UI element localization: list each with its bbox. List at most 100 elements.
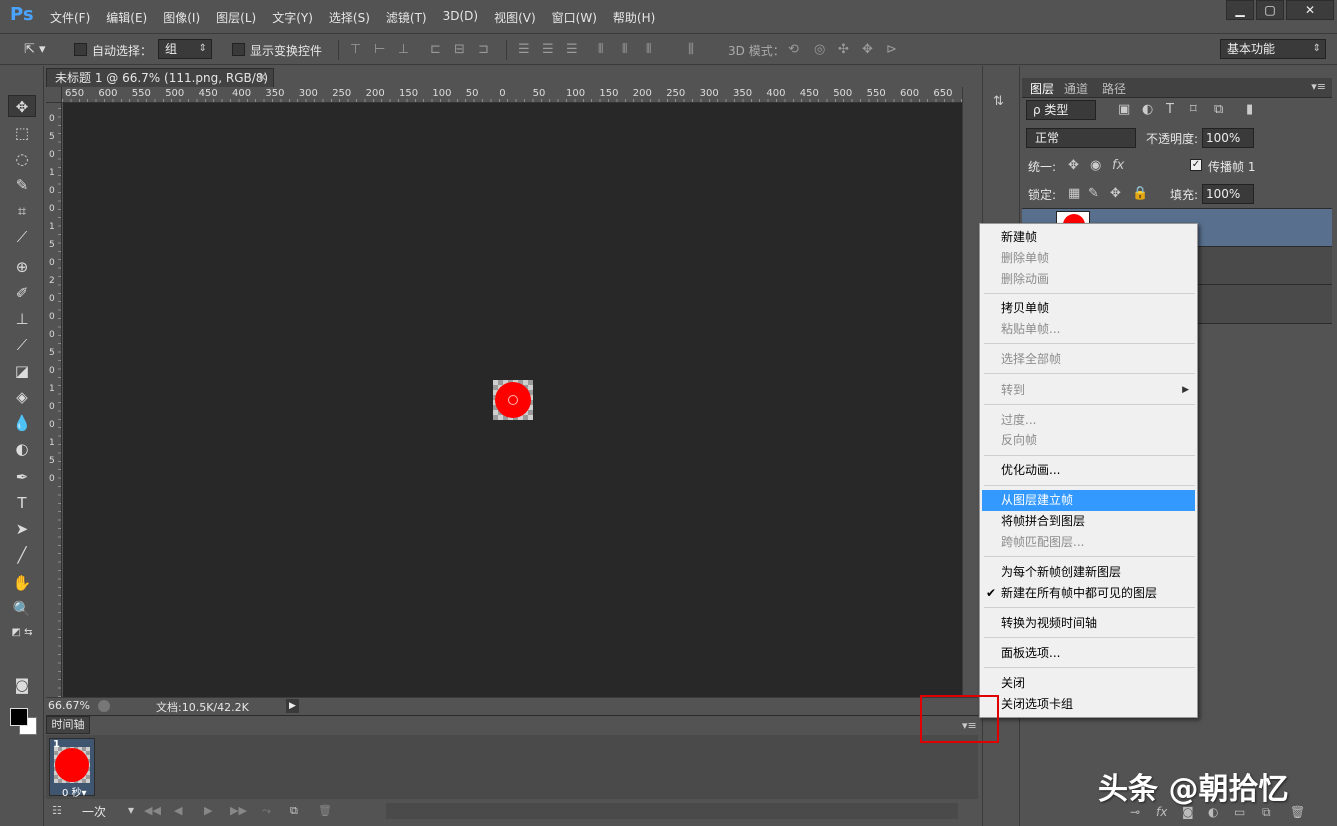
menu-item-reverse-frames[interactable]: 反向帧	[982, 430, 1195, 451]
move-tool-icon[interactable]: ✥	[8, 95, 36, 117]
menu-layer[interactable]: 图层(L)	[216, 9, 256, 26]
tab-channels[interactable]: 通道	[1064, 80, 1088, 97]
menu-item-paste-frame[interactable]: 粘贴单帧...	[982, 319, 1195, 340]
horizontal-ruler[interactable]: 650 600 550 500 450 400 350 300 250 200 150 100 50 0 5…	[62, 87, 964, 103]
swap-colors-icon[interactable]: ◩ ⇆	[8, 622, 36, 644]
menu-image[interactable]: 图像(I)	[163, 9, 200, 26]
minimize-button[interactable]: ▁	[1226, 0, 1254, 20]
delete-layer-icon[interactable]: 🗑	[1290, 805, 1305, 819]
blur-tool-icon[interactable]: 💧	[8, 412, 36, 434]
filter-smart-object-icon[interactable]: ⧉	[1214, 102, 1223, 117]
align-bottom-icon[interactable]: ⊥	[398, 42, 409, 57]
rotate-3d-icon[interactable]: ⟲	[788, 42, 799, 57]
filter-shape-icon[interactable]: ⌑	[1190, 102, 1197, 117]
dodge-tool-icon[interactable]: ◐	[8, 438, 36, 460]
menu-item-match-layer-across-frames[interactable]: 跨帧匹配图层...	[982, 532, 1195, 553]
show-transform-checkbox[interactable]	[232, 43, 245, 56]
marquee-tool-icon[interactable]: ⬚	[8, 122, 36, 144]
crop-tool-icon[interactable]: ⌗	[8, 200, 36, 222]
history-panel-icon[interactable]: ⇅	[993, 94, 1004, 109]
auto-align-icon[interactable]: ⫼	[688, 42, 694, 57]
menu-edit[interactable]: 编辑(E)	[106, 9, 147, 26]
document-image[interactable]	[493, 380, 533, 420]
next-frame-icon[interactable]: ▶▶	[230, 804, 247, 817]
line-tool-icon[interactable]: ╱	[8, 544, 36, 566]
layers-panel-menu-icon[interactable]: ▾≡	[1311, 80, 1326, 93]
unify-position-icon[interactable]: ✥	[1068, 158, 1079, 173]
menu-select[interactable]: 选择(S)	[329, 9, 370, 26]
menu-item-go-to[interactable]: 转到 ▶	[982, 380, 1195, 401]
distribute-vcenter-icon[interactable]: ☰	[542, 42, 554, 57]
fill-input[interactable]: 100%	[1202, 184, 1254, 204]
loop-options-dropdown[interactable]: 一次	[82, 803, 134, 819]
history-brush-tool-icon[interactable]: ⟋	[8, 334, 36, 356]
tween-icon[interactable]: ⤳	[262, 804, 271, 818]
eyedropper-tool-icon[interactable]: ⟋	[8, 226, 36, 248]
align-top-icon[interactable]: ⊤	[350, 42, 361, 57]
lock-pixels-icon[interactable]: ✎	[1088, 186, 1099, 201]
menu-item-select-all-frames[interactable]: 选择全部帧	[982, 349, 1195, 370]
convert-timeline-icon[interactable]: ☷	[52, 804, 62, 817]
menu-3d[interactable]: 3D(D)	[443, 9, 478, 26]
menu-item-delete-frame[interactable]: 删除单帧	[982, 248, 1195, 269]
menu-file[interactable]: 文件(F)	[50, 9, 90, 26]
menu-item-convert-to-video-timeline[interactable]: 转换为视频时间轴	[982, 613, 1195, 634]
delete-frame-icon[interactable]: 🗑	[318, 804, 332, 817]
menu-item-create-new-layer-each-frame[interactable]: 为每个新帧创建新图层	[982, 562, 1195, 583]
zoom-level[interactable]: 66.67%	[48, 699, 90, 712]
document-tab[interactable]: 未标题 1 @ 66.7% (111.png, RGB/8) * ✕	[46, 68, 274, 103]
menu-item-delete-animation[interactable]: 删除动画	[982, 269, 1195, 290]
menu-item-new-layers-visible-all-frames[interactable]: ✔ 新建在所有帧中都可见的图层	[982, 583, 1195, 604]
unify-visibility-icon[interactable]: ◉	[1090, 158, 1101, 173]
menu-type[interactable]: 文字(Y)	[272, 9, 313, 26]
lock-position-icon[interactable]: ✥	[1110, 186, 1121, 201]
status-menu-arrow-icon[interactable]: ▶	[286, 699, 299, 713]
align-left-icon[interactable]: ⊏	[430, 42, 441, 57]
menu-item-make-frames-from-layers[interactable]: 从图层建立帧	[982, 490, 1195, 511]
previous-frame-icon[interactable]: ◀	[174, 804, 182, 817]
menu-item-close-tab-group[interactable]: 关闭选项卡组	[982, 694, 1195, 715]
workspace-dropdown[interactable]: 基本功能	[1220, 39, 1326, 59]
animation-frame[interactable]: 1 0 秒▾	[49, 738, 95, 799]
layer-filter-dropdown[interactable]: ρ 类型	[1026, 100, 1096, 120]
brush-tool-icon[interactable]: ✐	[8, 282, 36, 304]
type-tool-icon[interactable]: T	[8, 492, 36, 514]
align-vcenter-icon[interactable]: ⊢	[374, 42, 385, 57]
paint-bucket-tool-icon[interactable]: ◈	[8, 386, 36, 408]
distribute-left-icon[interactable]: ⫴	[598, 42, 603, 57]
vertical-ruler[interactable]: 0 5 0 1 0 0 1 5 0 2 0 0 0 5 0 1 0 0 1 5 0	[46, 103, 62, 697]
filter-toggle-icon[interactable]: ▮	[1246, 102, 1253, 117]
auto-select-checkbox[interactable]	[74, 43, 87, 56]
drag-3d-icon[interactable]: ✣	[838, 42, 849, 57]
filter-pixel-icon[interactable]: ▣	[1118, 102, 1130, 117]
foreground-color-swatch[interactable]	[10, 708, 28, 726]
lock-transparent-icon[interactable]: ▦	[1068, 186, 1080, 201]
eraser-tool-icon[interactable]: ◪	[8, 360, 36, 382]
lasso-tool-icon[interactable]: ◌	[8, 148, 36, 170]
distribute-top-icon[interactable]: ☰	[518, 42, 530, 57]
hand-tool-icon[interactable]: ✋	[8, 572, 36, 594]
timeline-tab[interactable]: 时间轴	[46, 716, 90, 734]
zoom-tool-icon[interactable]: 🔍	[8, 598, 36, 620]
first-frame-icon[interactable]: ◀◀	[144, 804, 161, 817]
menu-item-new-frame[interactable]: 新建帧	[982, 227, 1195, 248]
duplicate-frame-icon[interactable]: ⧉	[290, 804, 298, 818]
roll-3d-icon[interactable]: ◎	[814, 42, 825, 57]
menu-item-close[interactable]: 关闭	[982, 673, 1195, 694]
lock-all-icon[interactable]: 🔒	[1132, 186, 1148, 201]
distribute-bottom-icon[interactable]: ☰	[566, 42, 578, 57]
move-tool-preset-icon[interactable]: ⇱ ▾	[24, 42, 46, 57]
auto-select-dropdown[interactable]: 组	[158, 39, 212, 59]
menu-item-flatten-frames-into-layers[interactable]: 将帧拼合到图层	[982, 511, 1195, 532]
timeline-scrollbar[interactable]	[386, 803, 958, 819]
align-right-icon[interactable]: ⊐	[478, 42, 489, 57]
maximize-button[interactable]: ▢	[1256, 0, 1284, 20]
close-document-icon[interactable]: ✕	[258, 69, 267, 87]
scale-3d-icon[interactable]: ⊳	[886, 42, 897, 57]
clone-stamp-tool-icon[interactable]: ⊥	[8, 308, 36, 330]
menu-view[interactable]: 视图(V)	[494, 9, 536, 26]
slide-3d-icon[interactable]: ✥	[862, 42, 873, 57]
tab-paths[interactable]: 路径	[1102, 80, 1126, 97]
close-button[interactable]: ✕	[1286, 0, 1334, 20]
propagate-frame-checkbox[interactable]: ✓	[1190, 159, 1202, 171]
